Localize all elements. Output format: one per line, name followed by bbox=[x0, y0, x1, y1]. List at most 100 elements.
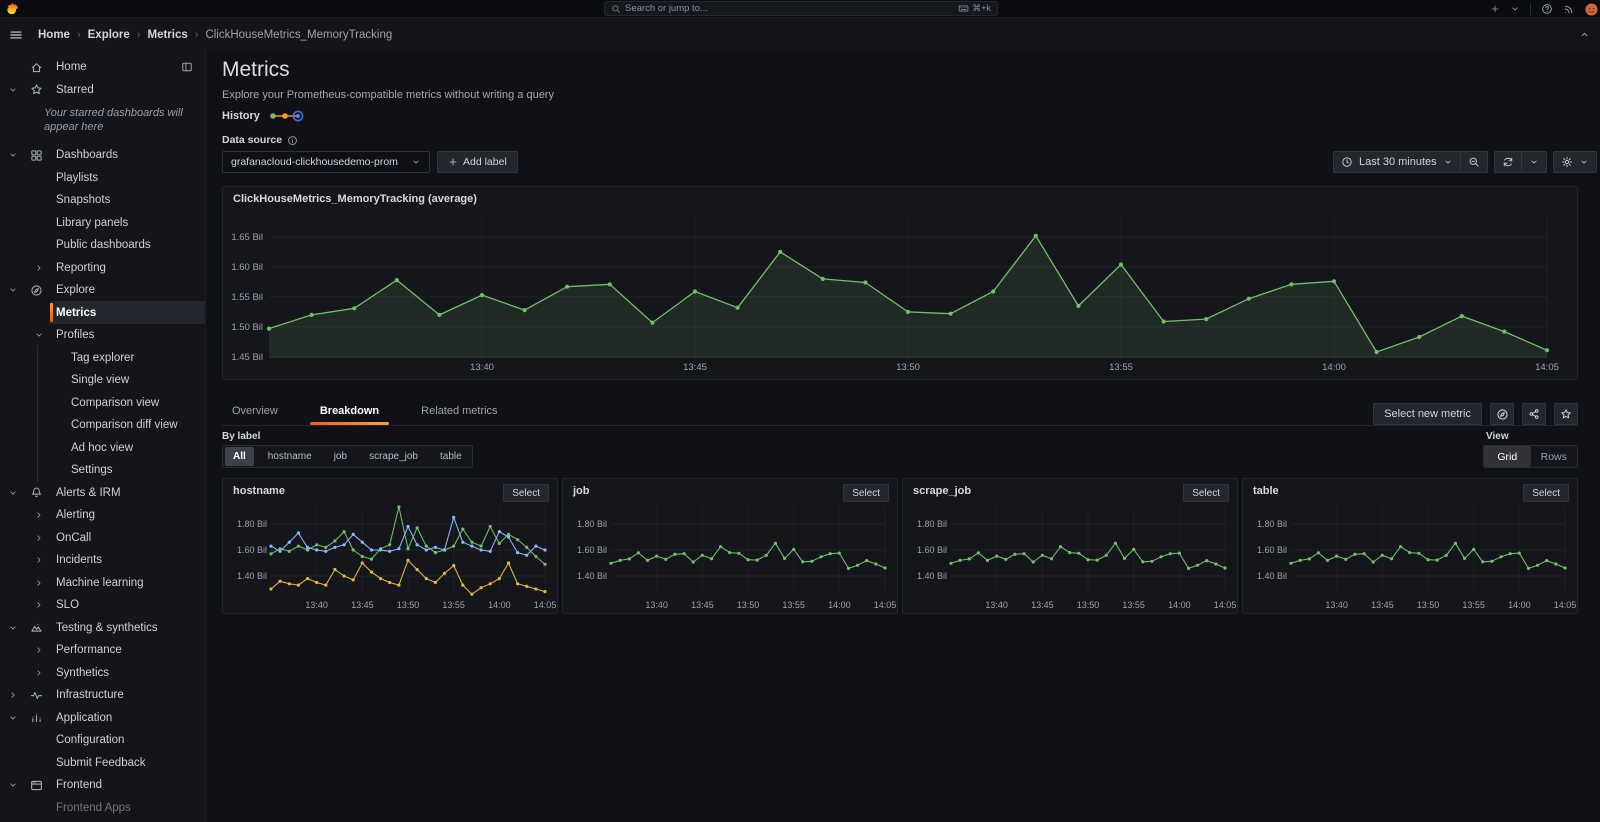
label-chip-table[interactable]: table bbox=[432, 447, 470, 466]
chevron-right-icon[interactable] bbox=[34, 263, 44, 273]
history-stepper[interactable] bbox=[268, 109, 306, 123]
add-chevron-down-icon[interactable] bbox=[1510, 4, 1520, 14]
info-icon[interactable] bbox=[287, 135, 298, 146]
sidebar-item-home[interactable]: Home bbox=[0, 56, 205, 79]
chevron-up-icon[interactable] bbox=[1579, 29, 1590, 40]
chevron-down-icon[interactable] bbox=[8, 488, 18, 498]
main-chart-panel: ClickHouseMetrics_MemoryTracking (averag… bbox=[222, 186, 1578, 380]
sidebar-item-label: Configuration bbox=[56, 734, 125, 746]
chevron-down-icon[interactable] bbox=[8, 150, 18, 160]
label-chip-hostname[interactable]: hostname bbox=[260, 447, 320, 466]
sidebar-item-testing-synthetics[interactable]: Testing & synthetics bbox=[0, 616, 205, 639]
sidebar-item-settings[interactable]: Settings bbox=[0, 457, 205, 482]
sidebar-item-frontend-apps[interactable]: Frontend Apps bbox=[0, 796, 205, 819]
menu-toggle-icon[interactable] bbox=[9, 28, 23, 42]
sidebar-item-comparison-view[interactable]: Comparison view bbox=[0, 390, 205, 415]
add-label-button[interactable]: Add label bbox=[437, 151, 518, 173]
chevron-right-icon[interactable] bbox=[34, 645, 44, 655]
sidebar-item-metrics[interactable]: Metrics bbox=[0, 301, 205, 324]
chevron-down-icon[interactable] bbox=[8, 85, 18, 95]
sidebar-item-single-view[interactable]: Single view bbox=[0, 367, 205, 392]
label-chip-job[interactable]: job bbox=[326, 447, 355, 466]
datasource-select[interactable]: grafanacloud-clickhousedemo-prom bbox=[222, 151, 430, 173]
sidebar-item-explore[interactable]: Explore bbox=[0, 279, 205, 302]
add-new-icon[interactable] bbox=[1490, 4, 1500, 14]
svg-text:1.60 Bil: 1.60 Bil bbox=[237, 545, 267, 555]
panel-chart[interactable]: 1.40 Bil 1.60 Bil 1.80 Bil 13:40 13:45 13:50 1… bbox=[903, 479, 1239, 620]
chevron-right-icon[interactable] bbox=[34, 600, 44, 610]
sidebar-item-library-panels[interactable]: Library panels bbox=[0, 211, 205, 234]
share-button[interactable] bbox=[1522, 403, 1546, 425]
svg-text:1.45 Bil: 1.45 Bil bbox=[231, 352, 263, 363]
dock-menu-icon[interactable] bbox=[181, 61, 193, 73]
sidebar-item-frontend[interactable]: Frontend bbox=[0, 774, 205, 797]
refresh-button[interactable] bbox=[1495, 152, 1521, 172]
sidebar-starred-note: Your starred dashboards will appear here bbox=[44, 106, 183, 134]
sidebar-item-performance[interactable]: Performance bbox=[0, 639, 205, 662]
explore-button[interactable] bbox=[1490, 403, 1514, 425]
view-rows-option[interactable]: Rows bbox=[1531, 446, 1578, 467]
sidebar-item-submit-feedback[interactable]: Submit Feedback bbox=[0, 751, 205, 774]
news-icon[interactable] bbox=[1563, 3, 1575, 15]
chevron-right-icon[interactable] bbox=[34, 578, 44, 588]
label-chip-all[interactable]: All bbox=[225, 447, 254, 466]
view-grid-option[interactable]: Grid bbox=[1484, 446, 1531, 467]
chevron-right-icon[interactable] bbox=[8, 690, 18, 700]
chevron-right-icon[interactable] bbox=[34, 555, 44, 565]
settings-button[interactable] bbox=[1554, 152, 1596, 172]
plus-icon bbox=[448, 157, 458, 167]
svg-text:1.40 Bil: 1.40 Bil bbox=[1257, 571, 1287, 581]
tab-overview[interactable]: Overview bbox=[222, 399, 288, 425]
svg-text:13:55: 13:55 bbox=[442, 600, 465, 610]
sidebar-item-incidents[interactable]: Incidents bbox=[0, 549, 205, 572]
chevron-right-icon[interactable] bbox=[34, 533, 44, 543]
sidebar-item-tag-explorer[interactable]: Tag explorer bbox=[0, 345, 205, 370]
sidebar-item-alerting[interactable]: Alerting bbox=[0, 504, 205, 527]
chevron-right-icon[interactable] bbox=[34, 668, 44, 678]
sidebar-item-application[interactable]: Application bbox=[0, 706, 205, 729]
breadcrumb-home[interactable]: Home bbox=[38, 29, 70, 41]
sidebar-item-machine-learning[interactable]: Machine learning bbox=[0, 571, 205, 594]
sidebar-item-alerts-irm[interactable]: Alerts & IRM bbox=[0, 481, 205, 504]
select-new-metric-button[interactable]: Select new metric bbox=[1373, 403, 1482, 425]
label-chip-scrape-job[interactable]: scrape_job bbox=[361, 447, 426, 466]
breadcrumb-current: ClickHouseMetrics_MemoryTracking bbox=[205, 29, 393, 41]
sidebar-item-public-dashboards[interactable]: Public dashboards bbox=[0, 234, 205, 257]
sidebar-item-infrastructure[interactable]: Infrastructure bbox=[0, 684, 205, 707]
sidebar-item-ad-hoc-view[interactable]: Ad hoc view bbox=[0, 435, 205, 460]
chevron-down-icon[interactable] bbox=[8, 780, 18, 790]
search-input[interactable]: Search or jump to... ⌘+k bbox=[604, 1, 998, 16]
grafana-logo[interactable] bbox=[5, 2, 19, 16]
main-chart[interactable]: 1.45 Bil 1.50 Bil 1.55 Bil 1.60 Bil 1.65 Bil… bbox=[223, 187, 1577, 386]
sidebar-item-comparison-diff-view[interactable]: Comparison diff view bbox=[0, 412, 205, 437]
chevron-down-icon[interactable] bbox=[8, 285, 18, 295]
sidebar-item-playlists[interactable]: Playlists bbox=[0, 166, 205, 189]
tab-breakdown[interactable]: Breakdown bbox=[309, 399, 390, 425]
tab-related-metrics[interactable]: Related metrics bbox=[411, 399, 507, 425]
time-range-button[interactable]: Last 30 minutes bbox=[1334, 152, 1460, 172]
panel-chart[interactable]: 1.40 Bil 1.60 Bil 1.80 Bil 13:40 13:45 13:50 1… bbox=[223, 479, 559, 620]
sidebar-item-configuration[interactable]: Configuration bbox=[0, 729, 205, 752]
panel-chart[interactable]: 1.40 Bil 1.60 Bil 1.80 Bil 13:40 13:45 13:50 1… bbox=[1243, 479, 1579, 620]
sidebar-item-profiles[interactable]: Profiles bbox=[0, 324, 205, 347]
panel-chart[interactable]: 1.40 Bil 1.60 Bil 1.80 Bil 13:40 13:45 13:50 1… bbox=[563, 479, 899, 620]
chevron-down-icon[interactable] bbox=[8, 713, 18, 723]
chevron-right-icon[interactable] bbox=[34, 510, 44, 520]
sidebar-item-snapshots[interactable]: Snapshots bbox=[0, 189, 205, 212]
chevron-down-icon[interactable] bbox=[34, 330, 44, 340]
zoom-out-button[interactable] bbox=[1459, 152, 1487, 172]
sidebar-item-synthetics[interactable]: Synthetics bbox=[0, 661, 205, 684]
breadcrumb-metrics[interactable]: Metrics bbox=[147, 29, 187, 41]
refresh-interval-button[interactable] bbox=[1520, 152, 1546, 172]
sidebar-item-starred[interactable]: Starred bbox=[0, 78, 205, 101]
help-icon[interactable] bbox=[1541, 3, 1553, 15]
compass-icon bbox=[30, 284, 43, 297]
sidebar-item-oncall[interactable]: OnCall bbox=[0, 526, 205, 549]
breadcrumb-explore[interactable]: Explore bbox=[88, 29, 130, 41]
sidebar-item-reporting[interactable]: Reporting bbox=[0, 256, 205, 279]
bookmark-button[interactable] bbox=[1554, 403, 1578, 425]
sidebar-item-dashboards[interactable]: Dashboards bbox=[0, 144, 205, 167]
avatar[interactable] bbox=[1585, 2, 1598, 16]
sidebar-item-slo[interactable]: SLO bbox=[0, 594, 205, 617]
chevron-down-icon[interactable] bbox=[8, 623, 18, 633]
